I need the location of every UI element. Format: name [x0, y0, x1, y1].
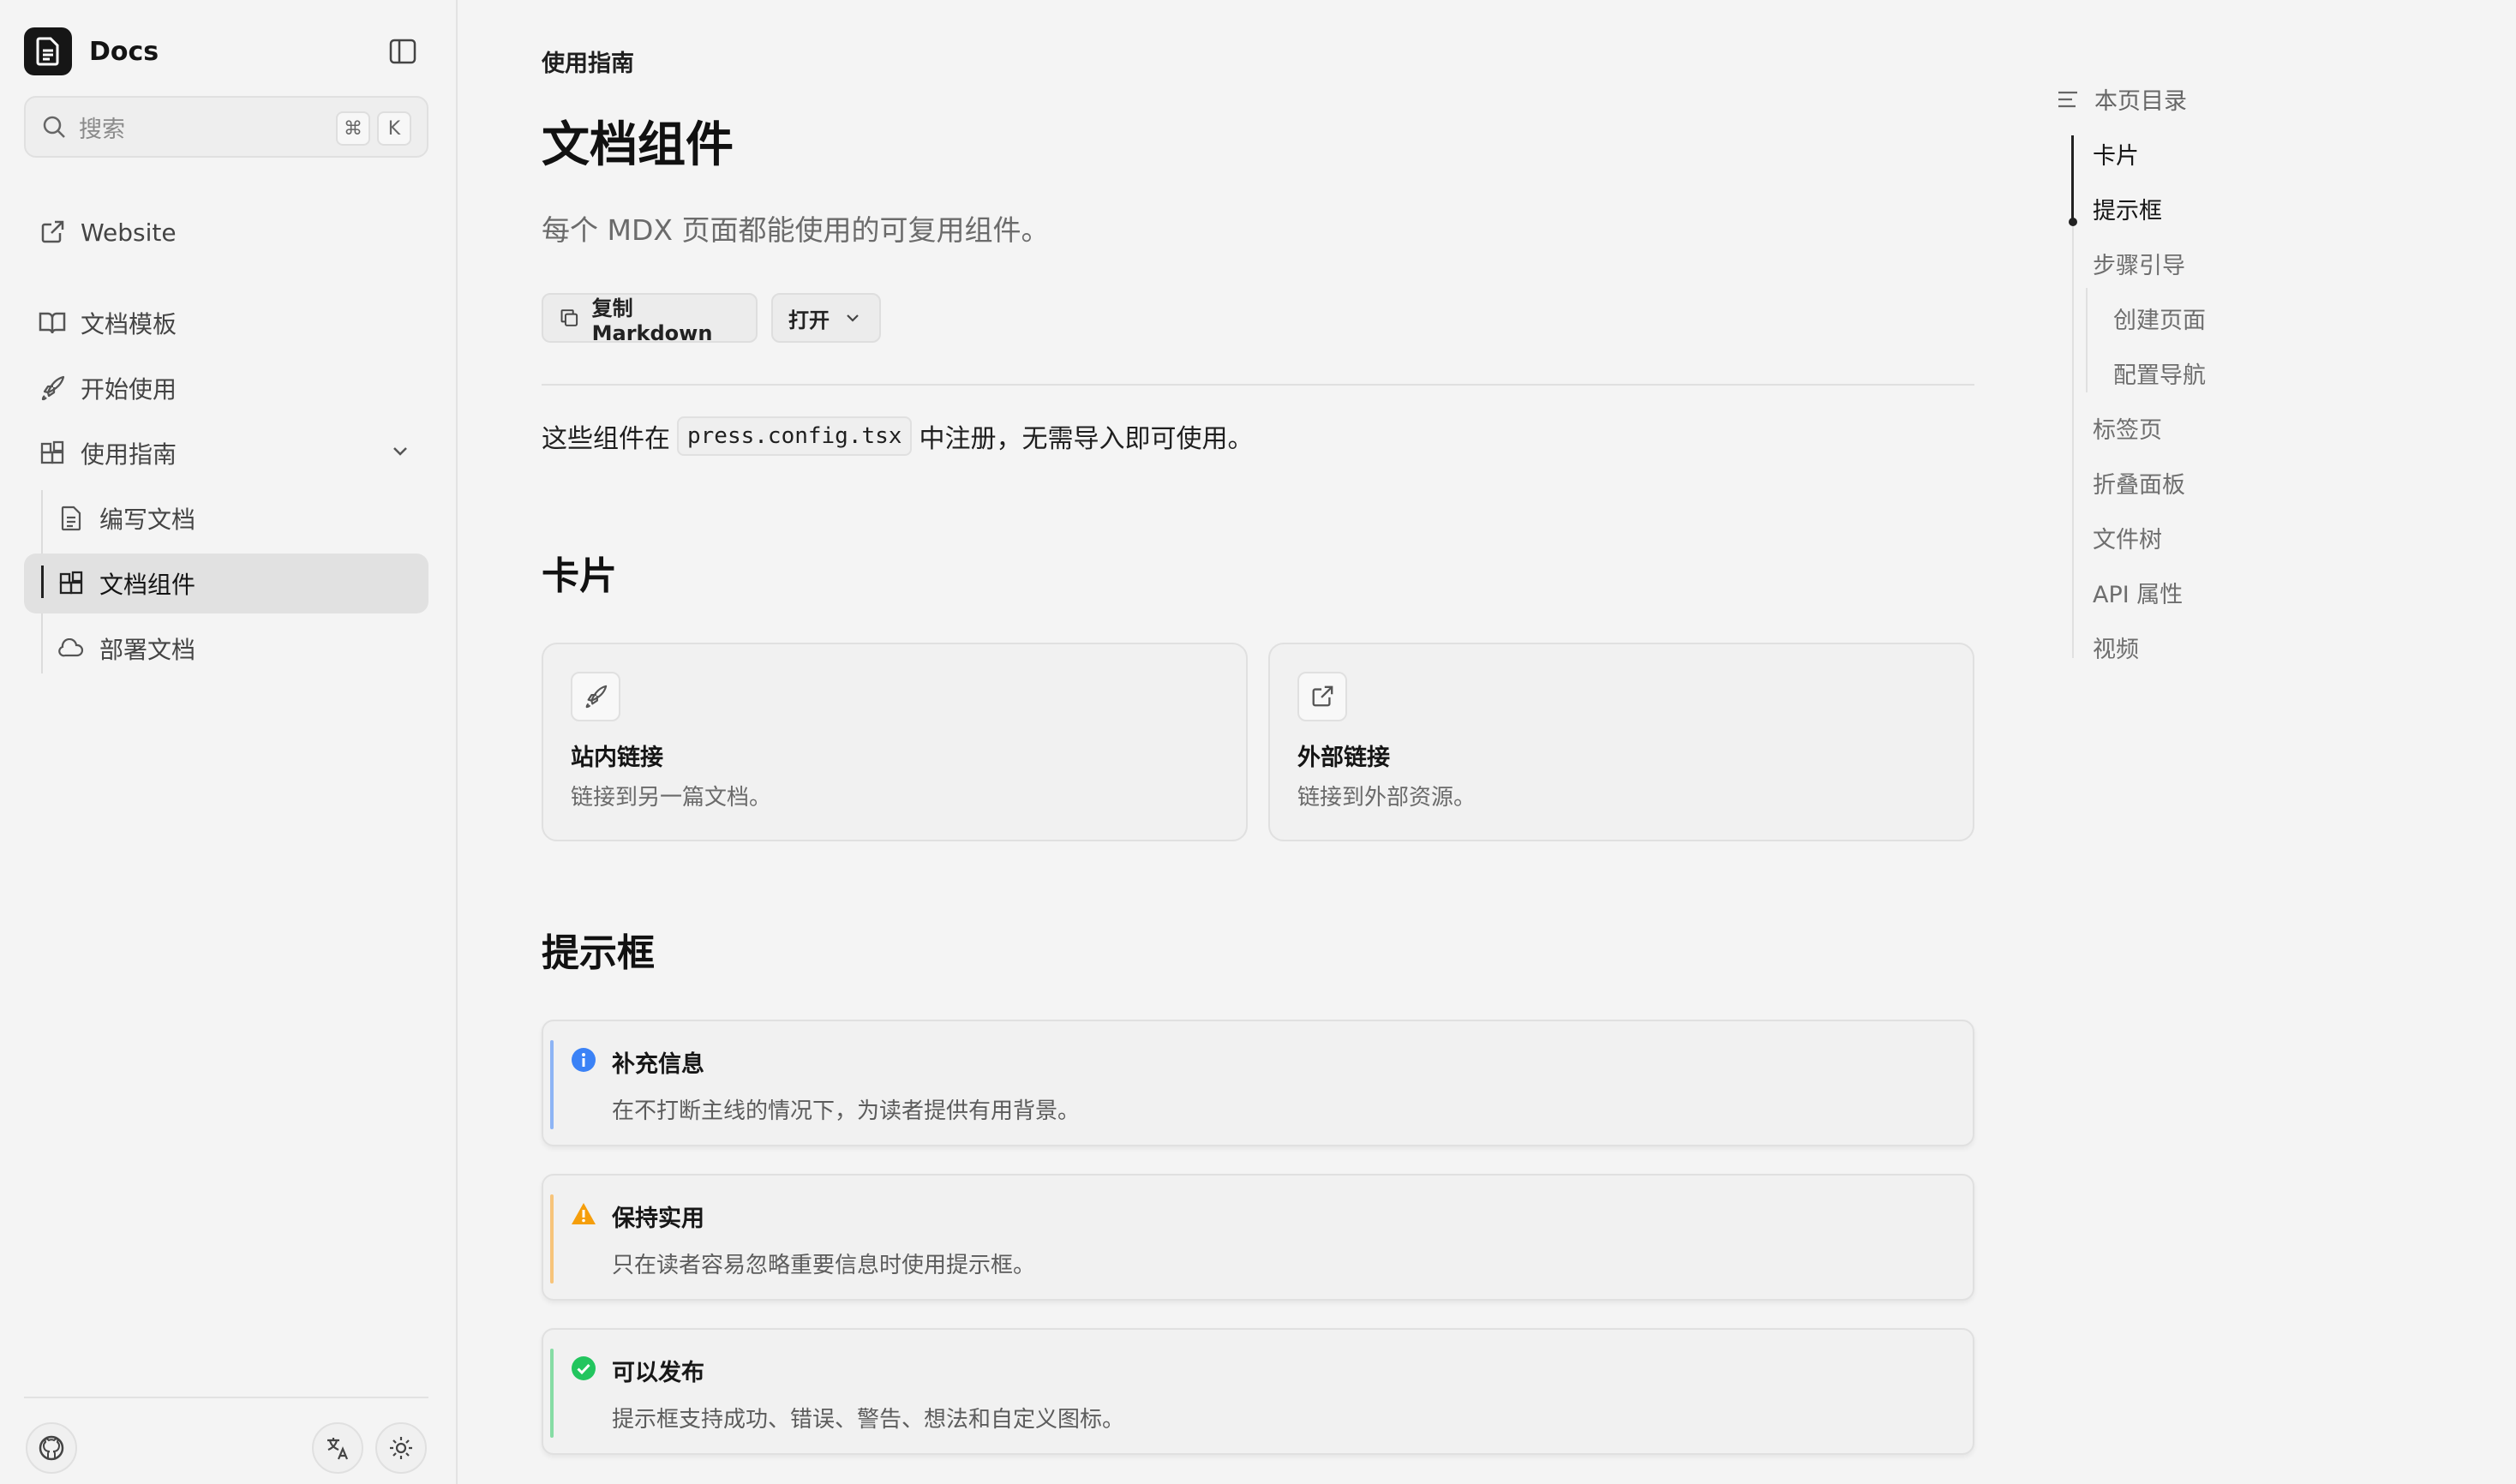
- rocket-icon: [571, 672, 620, 721]
- callout-success: 可以发布 提示框支持成功、错误、警告、想法和自定义图标。: [542, 1328, 1974, 1455]
- sidebar-item-deploy[interactable]: 部署文档: [43, 619, 428, 679]
- card-title: 站内链接: [571, 745, 663, 771]
- sidebar-item-label: Website: [81, 218, 177, 247]
- toc-item-api-props[interactable]: API 属性: [2093, 576, 2183, 609]
- callout-info: 补充信息 在不打断主线的情况下，为读者提供有用背景。: [542, 1020, 1974, 1146]
- check-circle-icon: [572, 1356, 596, 1380]
- book-open-icon: [38, 308, 67, 338]
- brand[interactable]: Docs: [24, 27, 159, 75]
- callout-title: 保持实用: [612, 1206, 704, 1232]
- toc-item-file-tree[interactable]: 文件树: [2093, 521, 2162, 554]
- sidebar-item-website[interactable]: Website: [24, 202, 428, 262]
- sidebar-toggle-icon[interactable]: [384, 33, 422, 70]
- cloud-icon: [57, 634, 86, 663]
- toc-item-config-nav[interactable]: 配置导航: [2113, 356, 2206, 390]
- copy-markdown-label: 复制 Markdown: [591, 296, 713, 345]
- shortcut-k-key: K: [377, 111, 411, 146]
- info-icon: [572, 1048, 596, 1072]
- toc-sub-rail: [2086, 288, 2088, 392]
- toc-progress-dot: [2069, 218, 2077, 226]
- toc-item-callouts[interactable]: 提示框: [2093, 192, 2162, 225]
- blocks-icon: [57, 569, 86, 598]
- toc-item-tabs[interactable]: 标签页: [2093, 411, 2162, 445]
- rocket-icon: [38, 374, 67, 403]
- github-icon: [39, 1435, 64, 1461]
- toc-heading-label: 本页目录: [2094, 88, 2187, 115]
- page-subtitle: 每个 MDX 页面都能使用的可复用组件。: [542, 213, 1050, 247]
- sidebar-item-getting-started[interactable]: 开始使用: [24, 358, 428, 418]
- sidebar-divider: [24, 1397, 428, 1398]
- translate-icon: [327, 1438, 349, 1460]
- intro-text-before: 这些组件在: [542, 424, 670, 454]
- theme-toggle-button[interactable]: [375, 1422, 427, 1474]
- callout-title: 可以发布: [612, 1360, 704, 1386]
- callout-accent-bar: [550, 1194, 554, 1284]
- toc-heading: 本页目录: [2057, 82, 2187, 116]
- search-input[interactable]: 搜索 ⌘ K: [24, 96, 428, 158]
- external-link-icon: [1297, 672, 1347, 721]
- sidebar-item-label: 文档组件: [99, 571, 196, 599]
- breadcrumb[interactable]: 使用指南: [542, 45, 634, 78]
- callout-warning: 保持实用 只在读者容易忽略重要信息时使用提示框。: [542, 1174, 1974, 1301]
- callout-accent-bar: [550, 1040, 554, 1129]
- page-title: 文档组件: [542, 117, 734, 173]
- card-description: 链接到外部资源。: [1297, 785, 1477, 811]
- github-button[interactable]: [26, 1422, 77, 1474]
- toc-rail-active: [2071, 135, 2074, 223]
- active-indicator: [41, 565, 44, 598]
- sidebar-item-templates[interactable]: 文档模板: [24, 293, 428, 353]
- card-external-link[interactable]: 外部链接 链接到外部资源。: [1268, 643, 1974, 841]
- chevron-down-icon: [847, 314, 859, 322]
- sidebar-item-guide[interactable]: 使用指南: [24, 423, 428, 483]
- callout-body: 提示框支持成功、错误、警告、想法和自定义图标。: [612, 1407, 1125, 1433]
- callouts-heading: 提示框: [542, 931, 655, 975]
- sidebar: Docs 搜索 ⌘ K Website 文档模板 开始使用 使用指南 编写文档 …: [0, 0, 458, 1484]
- shortcut-cmd-key: ⌘: [336, 111, 370, 146]
- intro-text-after: 中注册，无需导入即可使用。: [919, 424, 1254, 454]
- callout-accent-bar: [550, 1349, 554, 1438]
- sidebar-item-components[interactable]: 文档组件: [24, 554, 428, 613]
- callout-body: 只在读者容易忽略重要信息时使用提示框。: [612, 1253, 1036, 1278]
- warning-icon: [572, 1203, 596, 1224]
- toc-item-create-page[interactable]: 创建页面: [2113, 302, 2206, 335]
- chevron-down-icon[interactable]: [389, 440, 411, 469]
- card-description: 链接到另一篇文档。: [571, 785, 772, 811]
- sidebar-item-writing[interactable]: 编写文档: [43, 488, 428, 548]
- sidebar-item-label: 部署文档: [99, 636, 196, 664]
- language-button[interactable]: [312, 1422, 363, 1474]
- file-text-icon: [57, 504, 86, 533]
- list-icon: [2058, 91, 2077, 107]
- callout-title: 补充信息: [612, 1051, 704, 1078]
- cards-heading: 卡片: [542, 554, 617, 598]
- toc-item-cards[interactable]: 卡片: [2093, 137, 2139, 171]
- callout-body: 在不打断主线的情况下，为读者提供有用背景。: [612, 1098, 1081, 1124]
- toc-item-steps[interactable]: 步骤引导: [2093, 247, 2185, 280]
- open-label: 打开: [788, 308, 830, 332]
- docs-logo-icon: [24, 27, 72, 75]
- search-placeholder: 搜索: [79, 116, 125, 143]
- inline-code: press.config.tsx: [677, 416, 913, 456]
- blocks-icon: [38, 439, 67, 468]
- card-title: 外部链接: [1297, 745, 1390, 771]
- sun-icon: [390, 1437, 412, 1459]
- copy-markdown-button[interactable]: 复制 Markdown: [542, 293, 758, 345]
- toc-item-accordion[interactable]: 折叠面板: [2093, 466, 2185, 500]
- divider: [542, 384, 1974, 386]
- toc-item-video[interactable]: 视频: [2093, 631, 2139, 664]
- card-internal-link[interactable]: 站内链接 链接到另一篇文档。: [542, 643, 1248, 841]
- sidebar-item-label: 使用指南: [81, 440, 177, 469]
- brand-name: Docs: [89, 36, 159, 67]
- sidebar-item-label: 编写文档: [99, 506, 196, 534]
- intro-paragraph: 这些组件在 press.config.tsx 中注册，无需导入即可使用。: [542, 416, 1253, 456]
- external-link-icon: [38, 218, 67, 247]
- search-icon: [43, 116, 65, 138]
- copy-icon: [560, 309, 578, 326]
- sidebar-item-label: 开始使用: [81, 375, 177, 404]
- open-dropdown-button[interactable]: 打开: [771, 293, 881, 343]
- sidebar-item-label: 文档模板: [81, 310, 177, 338]
